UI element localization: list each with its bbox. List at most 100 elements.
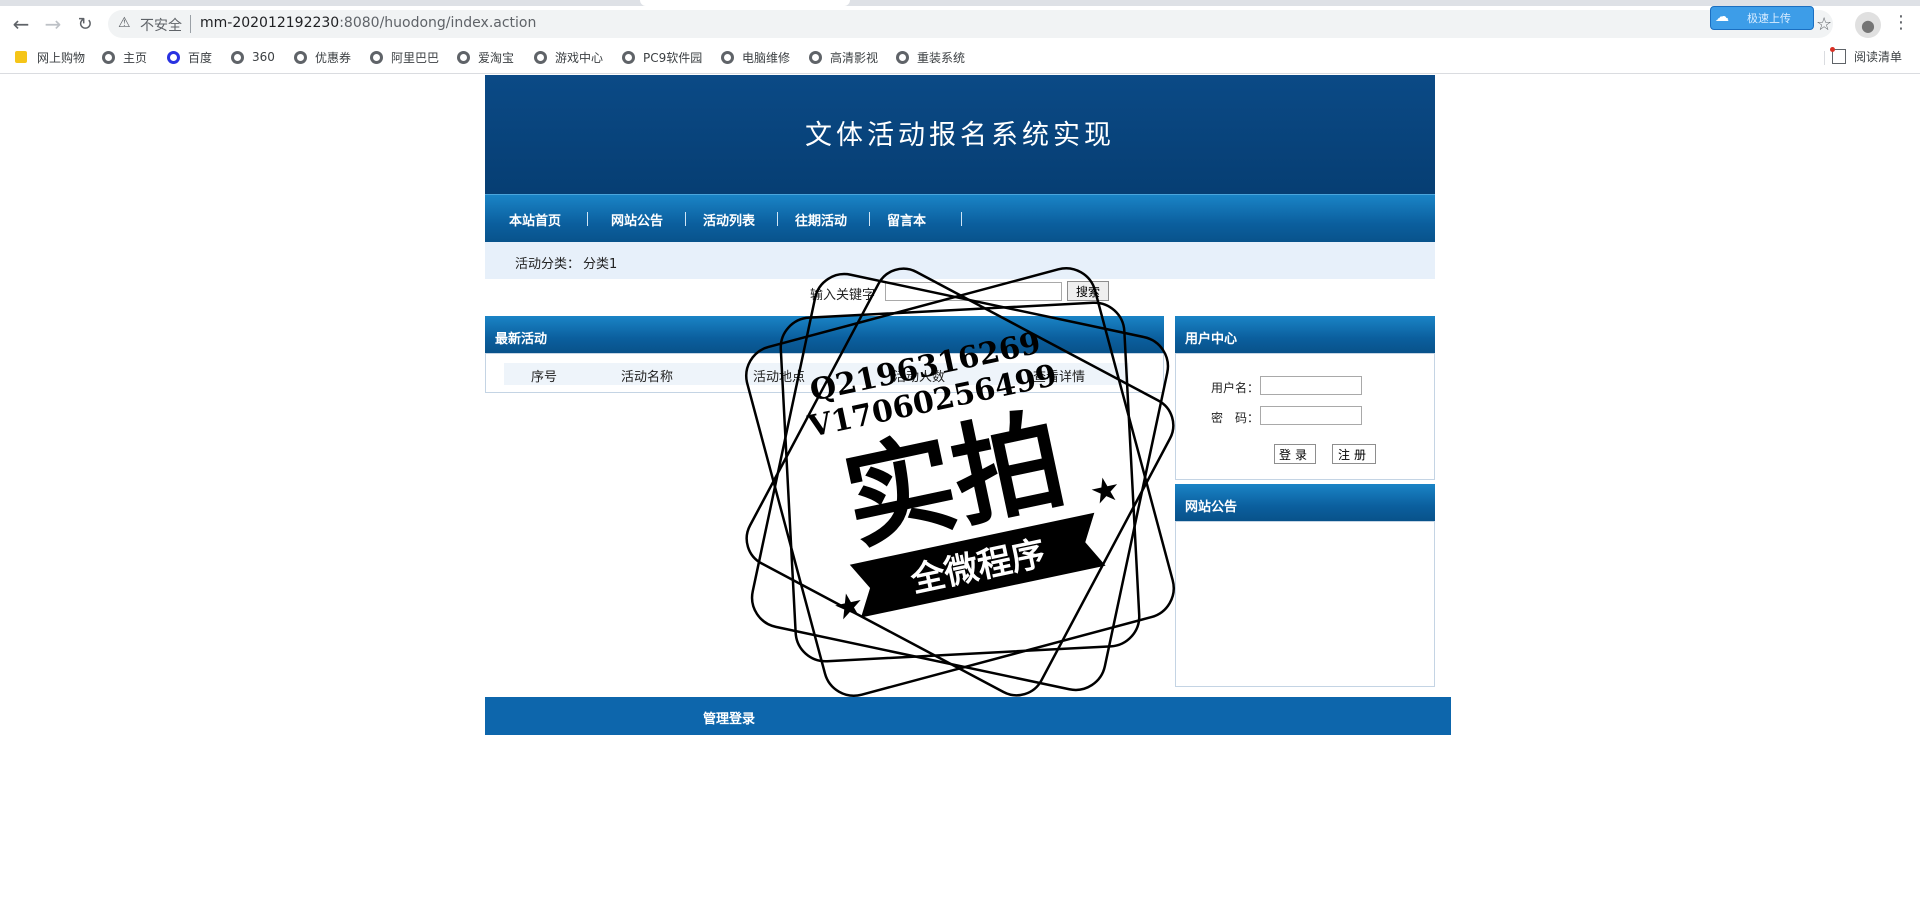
address-bar[interactable]: ⚠ 不安全 mm-202012192230:8080/huodong/index… (108, 10, 1833, 38)
search-button[interactable]: 搜索 (1067, 281, 1109, 301)
login-button[interactable]: 登录 (1274, 444, 1316, 464)
menu-icon[interactable]: ⋮ (1892, 12, 1910, 33)
nav-divider (869, 212, 870, 226)
bookmark-item[interactable]: 优惠券 (294, 48, 351, 66)
forward-icon[interactable]: → (41, 12, 65, 36)
globe-icon (294, 50, 307, 64)
globe-icon (231, 50, 244, 64)
notice-title: 网站公告 (1185, 500, 1238, 515)
bookmark-item[interactable]: 网上购物 (15, 48, 85, 66)
star-icon: ★ (830, 584, 868, 629)
category-link[interactable]: 分类1 (583, 253, 617, 272)
reading-list[interactable]: 阅读清单 (1830, 47, 1903, 65)
globe-icon (534, 50, 547, 64)
warning-icon: ⚠ (118, 15, 131, 31)
column-header: 活动地点 (753, 370, 806, 385)
bookmark-item[interactable]: 阿里巴巴 (370, 48, 439, 66)
password-label: 密 码： (1211, 411, 1260, 425)
search-input[interactable] (885, 282, 1062, 301)
notice-panel (1175, 521, 1435, 687)
bookmark-item[interactable]: 爱淘宝 (457, 48, 514, 66)
url-path: :8080/huodong/index.action (339, 15, 537, 31)
bookmark-label: PC9软件园 (643, 50, 703, 65)
globe-icon (370, 50, 383, 64)
profile-icon[interactable]: ● (1855, 12, 1881, 38)
bookmark-label: 百度 (188, 50, 213, 65)
notice-header: 网站公告 (1175, 484, 1435, 521)
bookmark-label: 重装系统 (917, 50, 966, 65)
nav-activities[interactable]: 活动列表 (703, 210, 755, 229)
bookmark-item[interactable]: 百度 (167, 48, 212, 66)
stamp-ribbon-text: 全微程序 (906, 533, 1048, 601)
reload-icon[interactable]: ↻ (73, 12, 97, 36)
table-header: 序号 活动名称 活动地点 活动人数 查看详情 (504, 363, 1129, 385)
extension-badge[interactable]: ☁ 极速上传 (1710, 6, 1814, 30)
bookmark-star-icon[interactable]: ☆ (1816, 14, 1832, 35)
back-icon[interactable]: ← (9, 12, 33, 36)
nav-divider (685, 212, 686, 226)
bookmark-item[interactable]: 游戏中心 (534, 48, 603, 66)
address-separator (190, 15, 191, 33)
bookmark-item[interactable]: PC9软件园 (622, 48, 702, 66)
insecure-label: 不安全 (140, 18, 182, 34)
nav-guestbook[interactable]: 留言本 (887, 210, 926, 229)
globe-icon (809, 50, 822, 64)
url-text[interactable]: mm-202012192230:8080/huodong/index.actio… (200, 15, 536, 31)
admin-login-link[interactable]: 管理登录 (703, 708, 755, 727)
reading-list-icon (1830, 47, 1846, 64)
search-label: 输入关键字 (810, 288, 876, 303)
nav-divider (961, 212, 962, 226)
bookmark-item[interactable]: 高清影视 (809, 48, 878, 66)
bookmark-label: 高清影视 (830, 50, 879, 65)
folder-icon (15, 51, 27, 63)
bookmark-label: 电脑维修 (742, 50, 791, 65)
site-title: 文体活动报名系统实现 (805, 120, 1115, 151)
latest-activities-table: 序号 活动名称 活动地点 活动人数 查看详情 (485, 353, 1164, 393)
stamp-main-text: 实拍 (834, 395, 1076, 566)
reading-list-label: 阅读清单 (1854, 50, 1903, 64)
site-banner: 文体活动报名系统实现 (485, 75, 1435, 194)
bookmarks-divider (1824, 51, 1825, 65)
nav-notice[interactable]: 网站公告 (611, 210, 663, 229)
latest-activities-header: 最新活动 (485, 316, 1164, 353)
bookmark-item[interactable]: 主页 (102, 48, 147, 66)
bookmark-item[interactable]: 重装系统 (896, 48, 965, 66)
stamp-ribbon (849, 512, 1106, 618)
globe-icon (721, 50, 734, 64)
bookmark-label: 阿里巴巴 (391, 50, 440, 65)
extension-badge-label: 极速上传 (1747, 12, 1791, 25)
user-center-title: 用户中心 (1185, 332, 1238, 347)
category-label: 活动分类： (515, 257, 581, 272)
user-center-header: 用户中心 (1175, 316, 1435, 353)
bookmarks-bar: 网上购物 主页 百度 360 优惠券 阿里巴巴 爱淘宝 游戏中心 PC9软件园 … (0, 41, 1920, 74)
globe-icon (896, 50, 909, 64)
nav-home[interactable]: 本站首页 (509, 210, 561, 229)
url-host: mm-202012192230 (200, 15, 340, 31)
cloud-icon: ☁ (1715, 9, 1729, 25)
footer-bar: 管理登录 (485, 697, 1451, 735)
password-field[interactable] (1260, 406, 1362, 425)
nav-divider (777, 212, 778, 226)
column-header: 查看详情 (1033, 370, 1086, 385)
username-label: 用户名： (1211, 381, 1260, 395)
main-nav: 本站首页 网站公告 活动列表 往期活动 留言本 (485, 194, 1435, 243)
star-icon: ★ (1086, 468, 1124, 513)
globe-icon (622, 50, 635, 64)
column-header: 活动名称 (621, 370, 674, 385)
bookmark-label: 网上购物 (37, 50, 86, 65)
bookmark-label: 爱淘宝 (478, 50, 515, 65)
bookmark-item[interactable]: 电脑维修 (721, 48, 790, 66)
column-header: 活动人数 (893, 370, 946, 385)
register-button[interactable]: 注册 (1332, 444, 1376, 464)
nav-past-activities[interactable]: 往期活动 (795, 210, 847, 229)
bookmark-item[interactable]: 360 (231, 48, 275, 66)
bookmark-label: 游戏中心 (555, 50, 604, 65)
username-field[interactable] (1260, 376, 1362, 395)
baidu-icon (167, 50, 180, 64)
column-header: 序号 (531, 370, 558, 385)
bookmark-label: 360 (252, 50, 275, 64)
nav-divider (587, 212, 588, 226)
bookmark-label: 优惠券 (315, 50, 352, 65)
user-center-panel: 用户名： 密 码： 登录 注册 (1175, 353, 1435, 480)
latest-activities-title: 最新活动 (495, 332, 548, 347)
